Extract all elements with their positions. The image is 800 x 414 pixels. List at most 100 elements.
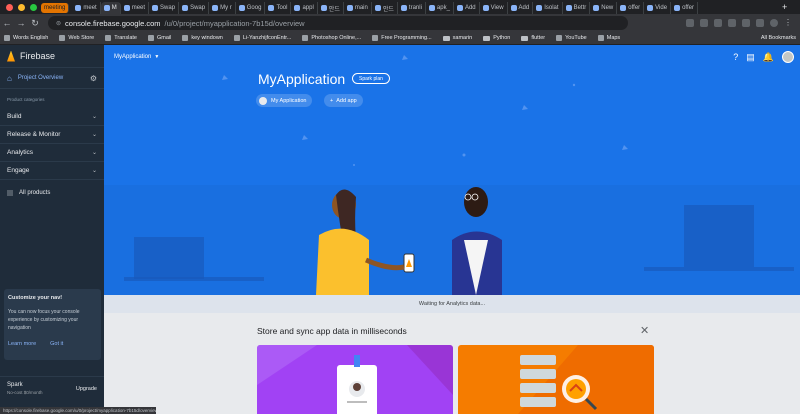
favicon-icon: [565, 5, 572, 11]
favicon-icon: [400, 5, 407, 11]
browser-tab[interactable]: meet: [121, 2, 150, 14]
upgrade-button[interactable]: Upgrade: [76, 386, 97, 392]
product-card-firestore[interactable]: [458, 345, 654, 414]
browser-tab[interactable]: offer: [671, 2, 698, 14]
bookmark-label: Python: [493, 35, 511, 41]
browser-tab[interactable]: Swap: [149, 2, 180, 14]
maximize-window-button[interactable]: [30, 3, 37, 11]
back-icon[interactable]: ←: [0, 18, 14, 28]
plan-cost: No-cost $0/month: [7, 390, 43, 395]
tab-group-label[interactable]: meeting: [41, 3, 70, 13]
learn-more-link[interactable]: Learn more: [8, 341, 36, 347]
menu-icon[interactable]: ⋮: [784, 19, 792, 27]
browser-tab[interactable]: main: [344, 2, 372, 14]
category-build[interactable]: Build ⌄: [0, 108, 104, 126]
browser-tab[interactable]: M: [100, 2, 121, 14]
bookmark-item[interactable]: Translate: [105, 35, 137, 41]
browser-tab[interactable]: Bettr: [563, 2, 591, 14]
tab-label: offer: [628, 5, 641, 11]
bookmark-item[interactable]: Gmail: [147, 35, 171, 41]
extension-icon[interactable]: [742, 19, 750, 27]
browser-tab[interactable]: Goog: [236, 2, 266, 14]
extension-icon[interactable]: [756, 19, 764, 27]
favicon-icon: [212, 5, 219, 11]
browser-tab[interactable]: Isolat: [533, 2, 563, 14]
browser-tab[interactable]: 안드: [372, 2, 398, 14]
firebase-brand[interactable]: Firebase: [0, 45, 104, 67]
got-it-button[interactable]: Got it: [50, 341, 63, 347]
tab-label: 안드: [328, 6, 340, 13]
bookmark-item[interactable]: Free Programming...: [372, 35, 432, 41]
app-chip[interactable]: My Application: [256, 94, 313, 107]
category-analytics[interactable]: Analytics ⌄: [0, 144, 104, 162]
browser-tab[interactable]: Tool: [265, 2, 292, 14]
browser-tab[interactable]: offer: [617, 2, 645, 14]
bookmark-folder[interactable]: flutter: [521, 35, 545, 41]
bookmark-item[interactable]: YouTube: [556, 35, 587, 41]
extension-icon[interactable]: [728, 19, 736, 27]
chevron-down-icon[interactable]: ▼: [154, 54, 159, 60]
browser-tab[interactable]: Add: [454, 2, 480, 14]
help-icon[interactable]: ?: [733, 52, 738, 62]
customize-nav-card: Customize your nav! You can now focus yo…: [4, 289, 101, 360]
extension-icon[interactable]: [714, 19, 722, 27]
extension-icon[interactable]: [686, 19, 694, 27]
bookmark-item[interactable]: Words English: [4, 35, 48, 41]
bookmark-item[interactable]: key windown: [182, 35, 223, 41]
browser-tab[interactable]: View: [480, 2, 508, 14]
folder-icon: [442, 35, 450, 41]
bookmark-folder[interactable]: Python: [483, 35, 510, 41]
browser-tab[interactable]: Vide: [644, 2, 672, 14]
close-icon[interactable]: ✕: [640, 324, 649, 337]
forward-icon[interactable]: →: [14, 18, 28, 28]
notifications-icon[interactable]: 🔔: [763, 52, 774, 63]
bookmark-label: xamarin: [452, 35, 473, 41]
browser-tab[interactable]: appl: [291, 2, 318, 14]
tab-label: apk_: [436, 5, 450, 11]
firebase-sidebar: Firebase ⌂ Project Overview ⚙ Product ca…: [0, 45, 104, 414]
gear-icon[interactable]: ⚙: [90, 74, 97, 83]
bookmark-item[interactable]: Web Store: [59, 35, 94, 41]
new-tab-button[interactable]: +: [778, 2, 791, 12]
browser-tab[interactable]: My r: [209, 2, 236, 14]
all-bookmarks-button[interactable]: All Bookmarks: [761, 35, 800, 41]
profile-icon[interactable]: [770, 19, 778, 27]
minimize-window-button[interactable]: [18, 3, 25, 11]
docs-icon[interactable]: ▤: [746, 52, 755, 63]
favicon-icon: [482, 5, 489, 11]
bookmark-folder[interactable]: xamarin: [442, 35, 473, 41]
category-label: Build: [7, 113, 22, 120]
bookmark-favicon-icon: [147, 35, 154, 41]
project-overview-link[interactable]: Project Overview: [18, 75, 63, 81]
extension-icon[interactable]: [700, 19, 708, 27]
firebase-logo-icon: [7, 50, 15, 62]
project-selector[interactable]: MyApplication: [114, 54, 151, 60]
browser-tab[interactable]: apk_: [426, 2, 454, 14]
browser-tab[interactable]: Swap: [179, 2, 210, 14]
category-engage[interactable]: Engage ⌄: [0, 162, 104, 180]
tab-list: meeting meet Mmeet Swap Swap My r Goog Tool appl…: [38, 0, 778, 14]
bookmark-item[interactable]: Photoshop Online,...: [302, 35, 361, 41]
browser-tab[interactable]: Add: [508, 2, 534, 14]
browser-tab[interactable]: New: [590, 2, 618, 14]
bookmark-item[interactable]: Maps: [597, 35, 620, 41]
site-info-icon[interactable]: ⊜: [56, 20, 61, 27]
tab-label: My r: [220, 5, 232, 11]
avatar[interactable]: [782, 51, 794, 63]
favicon-icon: [510, 5, 517, 11]
browser-tab[interactable]: meet: [72, 2, 101, 14]
browser-tab[interactable]: tranli: [398, 2, 426, 14]
add-app-button[interactable]: + Add app: [324, 94, 363, 107]
address-bar[interactable]: ⊜ console.firebase.google.com/u/0/projec…: [48, 16, 628, 30]
bookmark-item[interactable]: Li-YanzhijfconEntr...: [233, 35, 291, 41]
browser-tab[interactable]: 안드: [318, 2, 344, 14]
bookmark-label: key windown: [191, 35, 223, 41]
product-card-auth[interactable]: [257, 345, 453, 414]
bookmark-favicon-icon: [302, 35, 309, 41]
close-window-button[interactable]: [6, 3, 13, 11]
tab-label: appl: [302, 5, 314, 11]
category-release-monitor[interactable]: Release & Monitor ⌄: [0, 126, 104, 144]
all-products-link[interactable]: All products: [0, 180, 104, 206]
spark-plan-badge[interactable]: Spark plan: [352, 73, 390, 84]
reload-icon[interactable]: ↻: [28, 18, 42, 29]
